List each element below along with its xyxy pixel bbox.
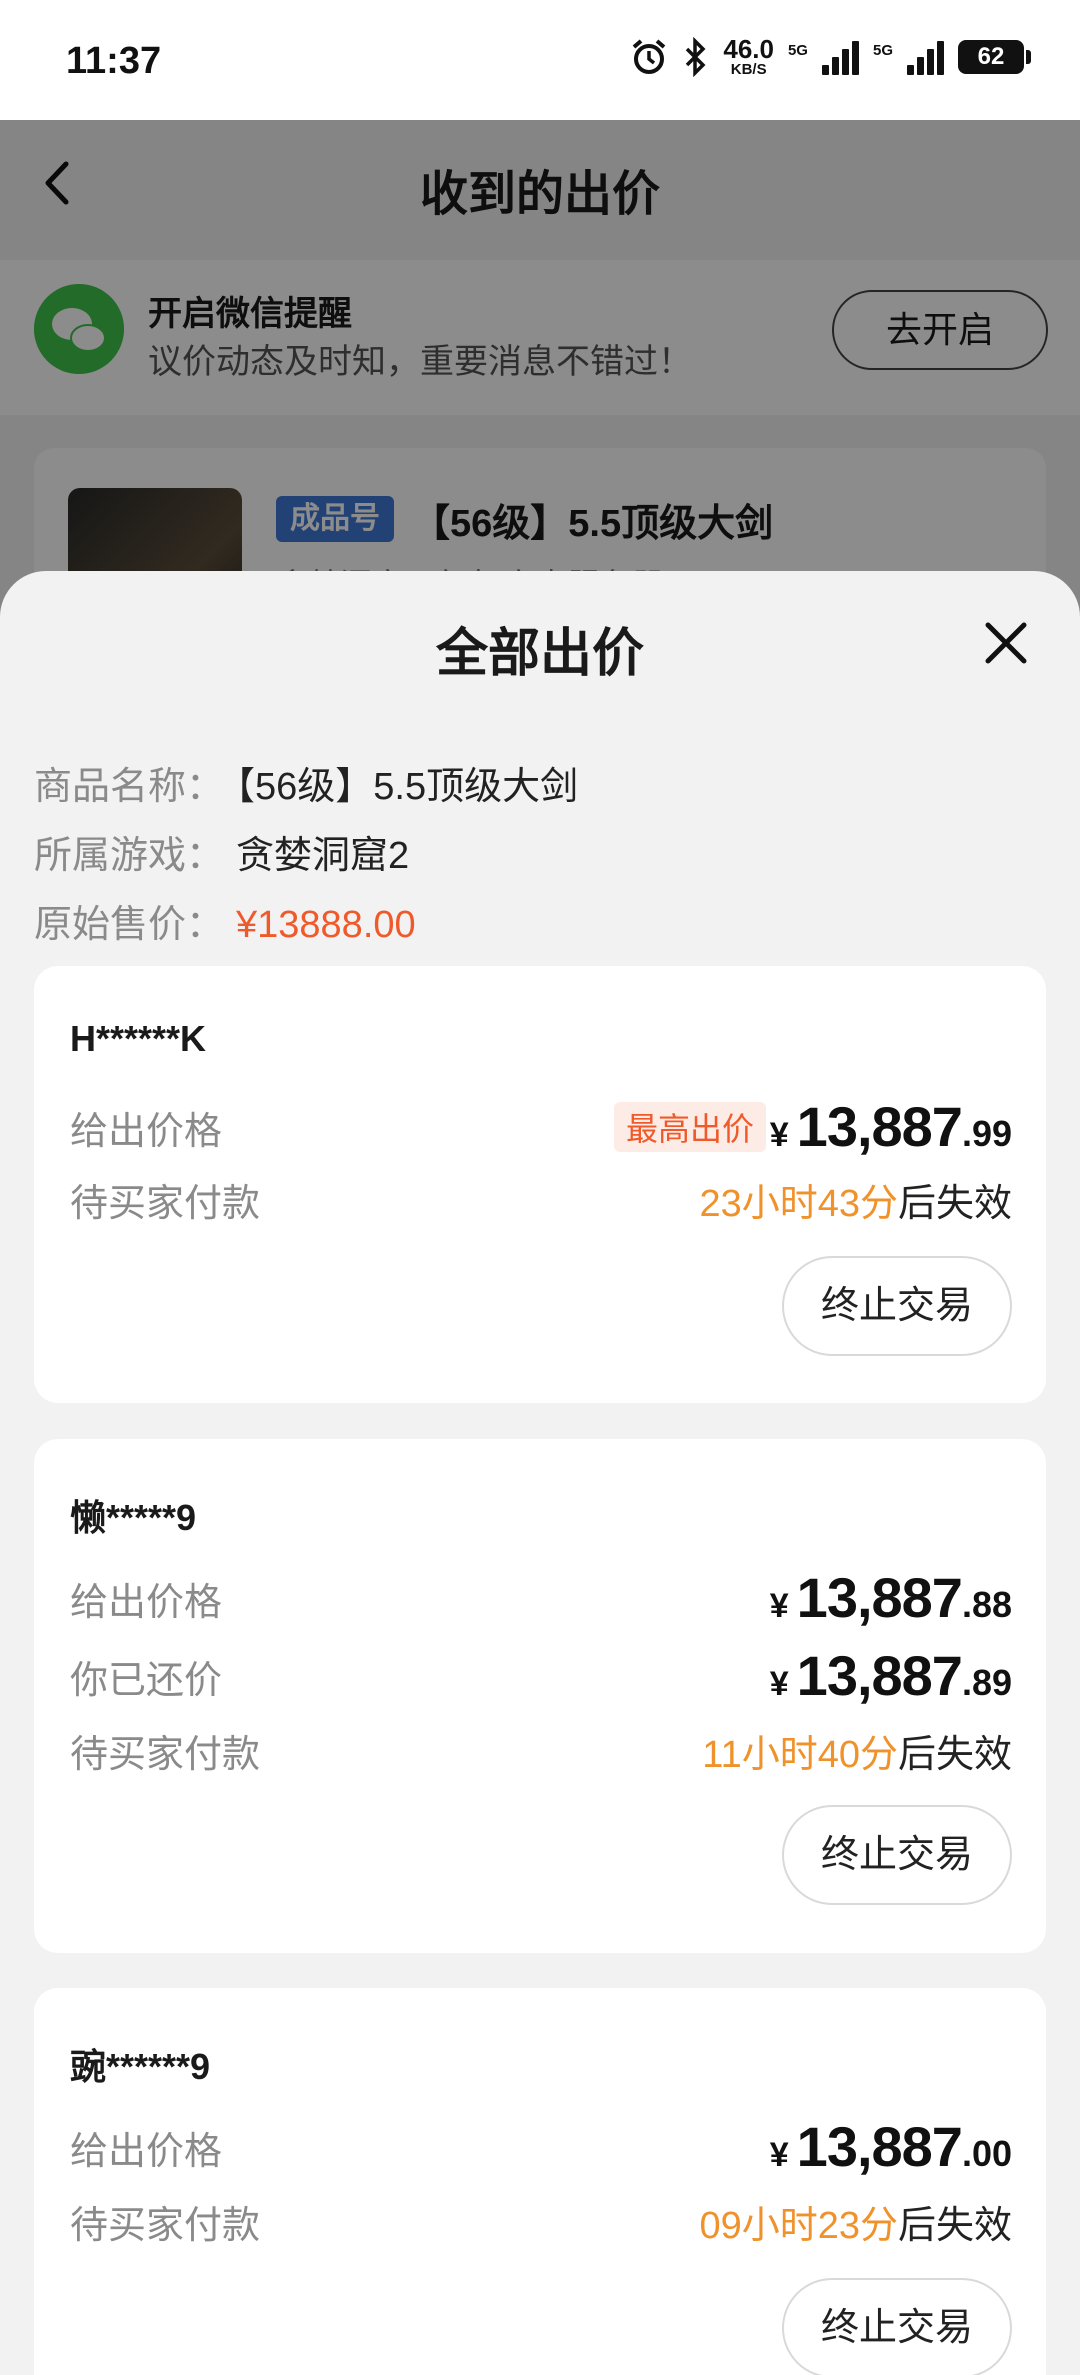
expire-countdown: 23小时43分后失效	[699, 1183, 1012, 1225]
status-bar: 11:37 46.0 KB/S 5G 5G 62	[0, 0, 1080, 120]
terminate-trade-button[interactable]: 终止交易	[782, 2278, 1012, 2375]
offer-price-label: 给出价格	[70, 2131, 223, 2173]
offer-card: H******K 给出价格 最高出价 ¥13,887.99 待买家付款 23小时…	[34, 966, 1046, 1403]
terminate-trade-button[interactable]: 终止交易	[782, 1256, 1012, 1356]
offer-card: 豌******9 给出价格 ¥13,887.00 待买家付款 09小时23分后失…	[34, 1988, 1046, 2375]
offer-price-label: 给出价格	[70, 1111, 223, 1153]
expire-countdown: 09小时23分后失效	[699, 2205, 1012, 2247]
buyer-name: H******K	[70, 1018, 207, 1059]
network-type-2: 5G	[872, 42, 893, 59]
counter-price: ¥13,887.89	[769, 1644, 1012, 1707]
pending-payment-label: 待买家付款	[70, 1183, 261, 1225]
offer-price: ¥13,887.88	[769, 1566, 1012, 1629]
buyer-name: 豌******9	[70, 2046, 211, 2087]
info-game: 所属游戏： 贪婪洞窟2	[34, 835, 410, 877]
all-offers-sheet: 全部出价 商品名称： 【56级】5.5顶级大剑 所属游戏： 贪婪洞窟2 原始售价： ¥…	[0, 571, 1080, 2375]
info-original-price: 原始售价： ¥13888.00	[34, 904, 416, 946]
signal-icon-2	[907, 39, 944, 75]
expire-countdown: 11小时40分后失效	[702, 1734, 1012, 1776]
close-icon[interactable]	[976, 613, 1036, 673]
pending-payment-label: 待买家付款	[70, 1734, 261, 1776]
highest-offer-badge: 最高出价	[613, 1102, 766, 1152]
battery-icon: 62	[958, 39, 1031, 74]
sheet-title: 全部出价	[435, 625, 644, 683]
buyer-name: 懒*****9	[70, 1497, 197, 1538]
status-icons: 46.0 KB/S 5G 5G 62	[629, 34, 1031, 78]
offer-price-label: 给出价格	[70, 1582, 223, 1624]
offer-price: ¥13,887.00	[769, 2115, 1012, 2178]
signal-icon	[821, 39, 859, 75]
terminate-trade-button[interactable]: 终止交易	[782, 1805, 1012, 1905]
offer-card: 懒*****9 给出价格 ¥13,887.88 你已还价 ¥13,887.89 …	[34, 1439, 1046, 1953]
counter-price-label: 你已还价	[70, 1660, 223, 1702]
pending-payment-label: 待买家付款	[70, 2205, 261, 2247]
network-speed: 46.0 KB/S	[723, 34, 774, 78]
status-time: 11:37	[66, 40, 162, 82]
bluetooth-icon	[686, 36, 706, 77]
info-goods-name: 商品名称： 【56级】5.5顶级大剑	[34, 766, 579, 808]
offer-price: ¥13,887.99	[769, 1095, 1012, 1158]
alarm-icon	[633, 38, 666, 74]
network-type-1: 5G	[787, 42, 808, 59]
